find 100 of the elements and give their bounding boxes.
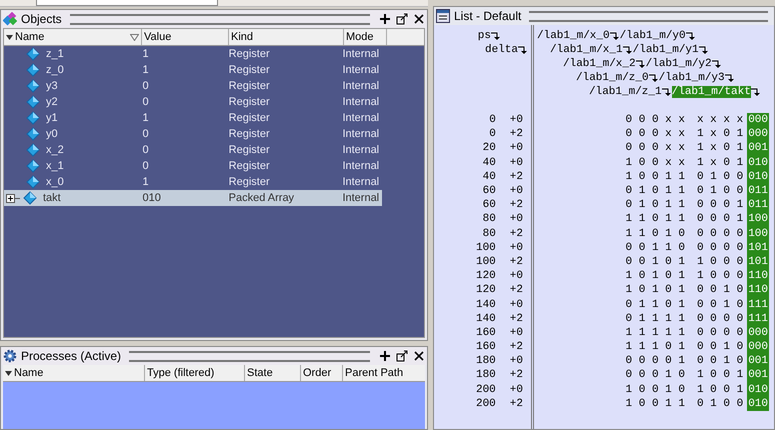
takt-cell: 001	[747, 141, 769, 156]
takt-cell: 000	[747, 340, 769, 354]
signal-name[interactable]: /lab1_m/z_0	[576, 72, 649, 84]
dropdown-icon[interactable]	[5, 370, 12, 376]
object-row[interactable]: z_1 1 Register Internal	[4, 46, 382, 62]
object-value: 0	[142, 80, 150, 92]
time-cell: 40	[482, 170, 496, 183]
signal-name[interactable]: /lab1_m/z_1	[589, 86, 662, 98]
takt-cell: 111	[747, 297, 769, 312]
title-grip[interactable]	[70, 14, 370, 24]
time-cell: 140	[476, 298, 496, 311]
object-kind: Register	[228, 64, 271, 76]
delta-cell: +2	[510, 199, 523, 212]
object-kind: Register	[228, 176, 271, 188]
object-row[interactable]: x_0 1 Register Internal	[4, 174, 382, 190]
objects-icon	[3, 12, 17, 26]
time-cell: 120	[476, 284, 496, 296]
object-row[interactable]: y3 0 Register Internal	[4, 78, 382, 94]
value-cell: 0 0 0 1	[696, 199, 744, 212]
value-cell: 1 0 0 1 1	[626, 398, 685, 410]
column-label: Parent Path	[345, 367, 404, 379]
object-row[interactable]: y0 0 Register Internal	[4, 126, 382, 142]
delta-cell: +0	[510, 213, 523, 226]
column-header[interactable]: Name	[4, 29, 142, 45]
time-cell: 120	[476, 270, 496, 282]
signal-name[interactable]: /lab1_m/x_1	[550, 44, 623, 56]
signal-name[interactable]: /lab1_m/y0	[620, 30, 686, 42]
value-cell: 0 0 0 0 1	[626, 355, 685, 368]
signal-name[interactable]: /lab1_m/x_2	[563, 58, 636, 70]
signal-name[interactable]: /lab1_m/x_0	[537, 30, 610, 42]
object-value: 0	[142, 160, 150, 172]
value-cell: 1 0 0 1	[696, 384, 744, 396]
signal-name: delta	[484, 44, 518, 56]
column-header[interactable]: Parent Path	[343, 365, 425, 381]
close-icon[interactable]	[413, 13, 425, 25]
panel-title: Objects	[21, 12, 62, 26]
value-cell: 1 1 0 1 1	[626, 213, 685, 226]
undock-icon[interactable]	[396, 350, 408, 362]
object-kind: Register	[228, 128, 271, 140]
add-icon[interactable]	[379, 13, 391, 25]
column-label: Type (filtered)	[147, 367, 214, 379]
signal-name[interactable]: /lab1_m/y2	[646, 58, 712, 70]
time-cell: 20	[482, 142, 496, 154]
column-header[interactable]: State	[245, 365, 301, 381]
object-mode: Internal	[341, 160, 380, 172]
value-cell: 0 1 0 1 1	[626, 199, 685, 212]
delta-cell: +0	[510, 242, 523, 254]
column-header[interactable]: Kind	[229, 29, 344, 45]
column-header[interactable]: Mode	[344, 29, 387, 45]
close-icon[interactable]	[413, 350, 425, 362]
object-row[interactable]: x_2 0 Register Internal	[4, 142, 382, 158]
value-cell: 1 0 0 0	[696, 256, 744, 268]
sort-icon[interactable]	[130, 34, 139, 40]
object-row[interactable]: y1 1 Register Internal	[4, 110, 382, 126]
object-kind: Packed Array	[228, 192, 296, 204]
delta-cell: +2	[510, 128, 523, 140]
takt-cell: 000	[747, 326, 769, 340]
signal-name[interactable]: /lab1_m/y3	[658, 72, 725, 84]
arrow-down-icon	[712, 59, 722, 69]
value-cell: 0 0 1 1 0	[626, 242, 685, 254]
object-kind: Register	[228, 144, 271, 156]
arrow-down-icon	[636, 59, 646, 69]
object-mode: Internal	[341, 112, 380, 124]
delta-cell: +2	[510, 369, 523, 382]
object-row[interactable]: takt 010 Packed Array Internal	[4, 190, 382, 206]
undock-icon[interactable]	[396, 13, 408, 25]
value-cell: 0 0 0 x x	[626, 142, 685, 154]
value-cell: 1 0 0 x x	[626, 156, 685, 169]
title-grip[interactable]	[529, 10, 768, 22]
delta-cell: +0	[510, 156, 523, 169]
takt-cell: 110	[747, 269, 769, 284]
column-header[interactable]: Order	[301, 365, 343, 381]
object-row[interactable]: z_0 1 Register Internal	[4, 62, 382, 78]
column-header[interactable]: Type (filtered)	[145, 365, 245, 381]
signal-name[interactable]: /lab1_m/y1	[632, 44, 699, 56]
column-header[interactable]: Name	[3, 365, 145, 381]
object-row[interactable]: x_1 0 Register Internal	[4, 158, 382, 174]
title-grip[interactable]	[129, 350, 370, 362]
diamond-icon	[26, 175, 40, 189]
value-cell: 1 1 0 1 0	[626, 228, 685, 240]
diamond-icon	[26, 79, 40, 93]
value-cell: 1 0 0 1	[696, 369, 744, 382]
value-cell: 0 0 0 1	[696, 213, 744, 226]
value-cell: 1 1 1 0 1	[626, 341, 685, 354]
time-cell: 160	[476, 326, 496, 339]
object-name: y2	[46, 96, 58, 108]
object-value: 1	[142, 112, 150, 124]
column-header[interactable]: Value	[142, 29, 229, 45]
object-row[interactable]: y2 0 Register Internal	[4, 94, 382, 110]
add-icon[interactable]	[379, 350, 391, 362]
object-name: x_2	[46, 144, 64, 156]
object-name: y3	[46, 80, 58, 92]
dropdown-icon[interactable]	[6, 34, 13, 40]
object-name: z_0	[46, 64, 64, 76]
object-mode: Internal	[341, 128, 380, 140]
object-value: 1	[142, 48, 150, 60]
expand-icon[interactable]	[6, 194, 15, 202]
signal-name[interactable]: /lab1_m/takt	[672, 86, 751, 98]
takt-cell: 011	[747, 198, 769, 212]
toolbar-field[interactable]	[36, 0, 218, 6]
